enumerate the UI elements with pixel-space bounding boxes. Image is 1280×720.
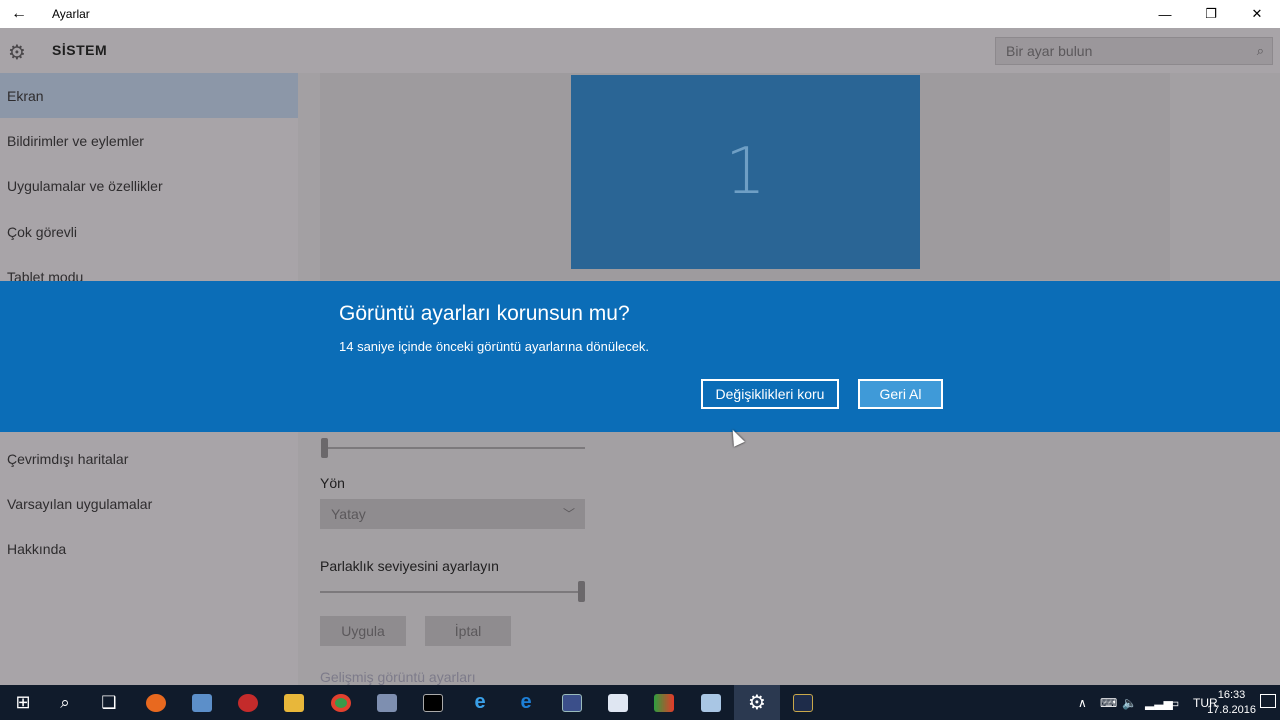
chrome-icon	[331, 693, 351, 712]
app-icon	[562, 693, 582, 712]
sidebar-item-multitasking[interactable]: Çok görevli	[0, 209, 298, 254]
clock[interactable]: 16:33 17.8.2016	[1207, 688, 1256, 718]
cancel-button[interactable]: İptal	[425, 616, 511, 646]
keyboard-icon: ⌨	[1100, 695, 1118, 710]
taskbar: ⊞ ⌕ ❑ e e ⚙ ∧ ⌨ 🔈 ▂▃▅ ▭ TUR 16:33 17.8.2…	[0, 685, 1280, 720]
settings-taskbar-icon[interactable]: ⚙	[734, 685, 780, 720]
start-button[interactable]: ⊞	[0, 685, 46, 720]
keep-changes-button[interactable]: Değişiklikleri koru	[701, 379, 839, 409]
scale-slider-track[interactable]	[321, 447, 585, 449]
task-view-button[interactable]: ❑	[86, 685, 132, 720]
search-taskbar-button[interactable]: ⌕	[42, 685, 88, 720]
chrome-taskbar-icon[interactable]	[318, 685, 364, 720]
gear-icon: ⚙	[748, 692, 766, 714]
search-input[interactable]: Bir ayar bulun ⌕	[995, 37, 1273, 65]
app-taskbar-icon-10[interactable]	[549, 685, 595, 720]
keyboard-tray-icon[interactable]: ⌨	[1100, 685, 1117, 720]
volume-icon: 🔈	[1122, 695, 1137, 710]
minimize-button[interactable]: —	[1142, 0, 1188, 28]
edge-icon: e	[520, 691, 532, 713]
file-explorer-taskbar-icon[interactable]	[271, 685, 317, 720]
app-taskbar-icon-2[interactable]	[179, 685, 225, 720]
orientation-label: Yön	[320, 475, 345, 491]
clock-time: 16:33	[1217, 689, 1246, 701]
app-icon	[192, 693, 212, 712]
orientation-value: Yatay	[331, 506, 366, 522]
clock-date: 17.8.2016	[1207, 704, 1256, 716]
sidebar-item-default-apps[interactable]: Varsayılan uygulamalar	[0, 481, 298, 526]
close-button[interactable]: ✕	[1234, 0, 1280, 28]
section-title: SİSTEM	[52, 42, 108, 58]
message-icon: ▭	[1168, 695, 1180, 710]
chevron-up-icon: ∧	[1078, 695, 1087, 710]
app-taskbar-icon-3[interactable]	[225, 685, 271, 720]
settings-header: ⚙ SİSTEM Bir ayar bulun ⌕	[0, 28, 1280, 73]
terminal-icon	[423, 693, 443, 712]
app-icon	[793, 693, 813, 712]
windows-logo-icon: ⊞	[15, 692, 31, 712]
scale-slider-thumb[interactable]	[321, 438, 328, 458]
volume-tray-icon[interactable]: 🔈	[1122, 685, 1137, 720]
monitor-1[interactable]: 1	[571, 75, 920, 269]
app-taskbar-icon-13[interactable]	[688, 685, 734, 720]
back-arrow-icon: ←	[11, 5, 27, 22]
apply-button[interactable]: Uygula	[320, 616, 406, 646]
cmd-taskbar-icon[interactable]	[410, 685, 456, 720]
sidebar-item-offline-maps[interactable]: Çevrimdışı haritalar	[0, 436, 298, 481]
brightness-slider-track[interactable]	[320, 591, 582, 593]
back-button[interactable]: ←	[0, 0, 38, 28]
app-taskbar-icon-15[interactable]	[780, 685, 826, 720]
sidebar-item-apps[interactable]: Uygulamalar ve özellikler	[0, 163, 298, 208]
search-icon: ⌕	[1256, 43, 1264, 58]
brightness-slider-thumb[interactable]	[578, 581, 585, 602]
dialog-message: 14 saniye içinde önceki görüntü ayarları…	[339, 339, 650, 354]
chevron-down-icon: ﹀	[562, 507, 575, 521]
gear-icon: ⚙	[8, 42, 26, 64]
orientation-select[interactable]: Yatay ﹀	[320, 499, 585, 529]
sidebar-item-about[interactable]: Hakkında	[0, 526, 298, 571]
dialog-title: Görüntü ayarları korunsun mu?	[339, 302, 630, 325]
title-bar: ← Ayarlar — ❐ ✕	[0, 0, 1280, 28]
action-center-tray-icon[interactable]: ▭	[1168, 685, 1179, 720]
app-icon	[238, 693, 258, 712]
search-placeholder: Bir ayar bulun	[1006, 43, 1093, 59]
show-hidden-icons-button[interactable]: ∧	[1078, 685, 1087, 720]
ie-taskbar-icon[interactable]: e	[457, 685, 503, 720]
keep-display-settings-dialog: Görüntü ayarları korunsun mu? 14 saniye …	[0, 281, 1280, 432]
sidebar-item-ekran[interactable]: Ekran	[0, 73, 298, 118]
app-icon	[701, 693, 721, 712]
internet-explorer-icon: e	[474, 691, 486, 713]
search-icon: ⌕	[60, 692, 70, 712]
edge-taskbar-icon[interactable]: e	[503, 685, 549, 720]
app-icon	[377, 693, 397, 712]
task-view-icon: ❑	[101, 692, 117, 712]
advanced-display-link[interactable]: Gelişmiş görüntü ayarları	[320, 669, 476, 685]
app-icon	[654, 693, 674, 712]
app-taskbar-icon-6[interactable]	[364, 685, 410, 720]
firefox-icon	[146, 693, 166, 712]
app-taskbar-icon-11[interactable]	[595, 685, 641, 720]
firefox-taskbar-icon[interactable]	[133, 685, 179, 720]
revert-button[interactable]: Geri Al	[858, 379, 943, 409]
sidebar-item-notifications[interactable]: Bildirimler ve eylemler	[0, 118, 298, 163]
notifications-icon[interactable]	[1260, 694, 1276, 708]
brightness-label: Parlaklık seviyesini ayarlayın	[320, 558, 499, 574]
app-taskbar-icon-12[interactable]	[641, 685, 687, 720]
restore-button[interactable]: ❐	[1188, 0, 1234, 28]
window-title: Ayarlar	[52, 7, 90, 21]
folder-icon	[284, 693, 304, 712]
app-icon	[608, 693, 628, 712]
